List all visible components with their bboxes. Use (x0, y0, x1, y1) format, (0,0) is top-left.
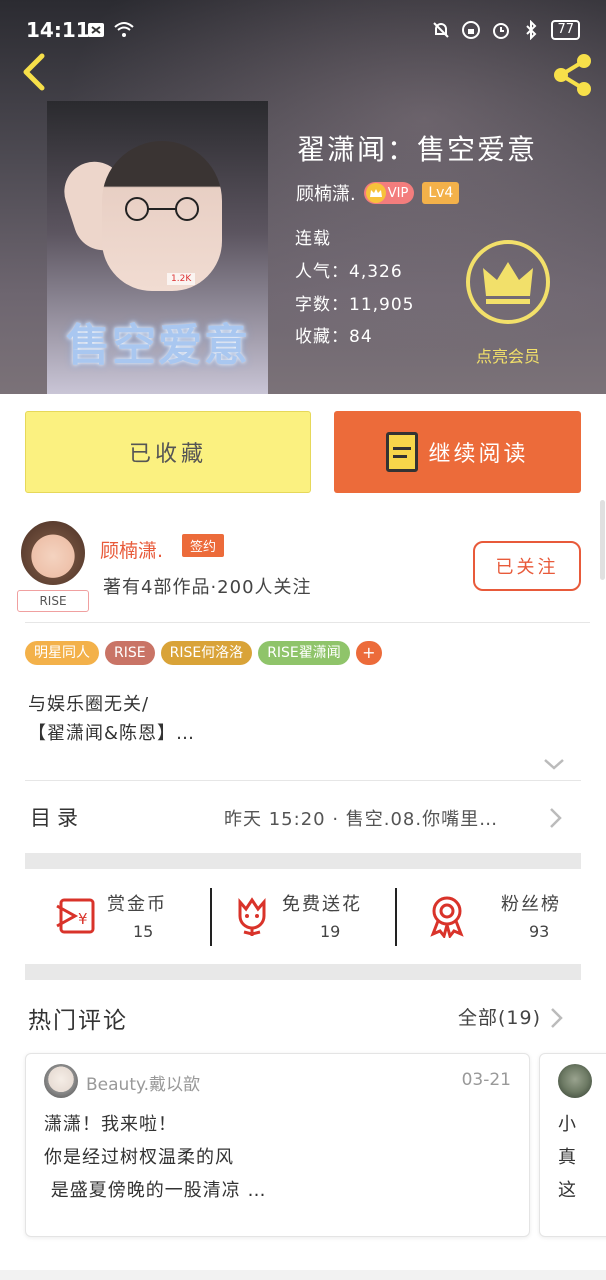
cover-caption: 1.2K (167, 273, 196, 285)
flower-icon (238, 897, 266, 936)
latest-chapter[interactable]: 昨天 15:20 · 售空.08.你嘴里… (224, 805, 498, 831)
divider (25, 622, 590, 623)
book-header: 14:11 77 1.2K 售空爱意 翟潇闻：售空爱意 顾楠潇. VIP Lv4… (0, 0, 606, 394)
crown-icon (483, 262, 533, 304)
fan-ranking[interactable]: 粉丝榜 93 (397, 872, 581, 962)
continue-reading-button[interactable]: 继续阅读 (334, 411, 581, 493)
author-avatar[interactable] (19, 519, 87, 587)
wifi-icon (114, 22, 134, 37)
author-description: 著有4部作品·200人关注 (103, 577, 312, 598)
status-bar: 14:11 77 (0, 0, 606, 60)
gift-count: 19 (320, 922, 341, 941)
status-left-icons (86, 20, 134, 40)
book-word-count: 字数：11,905 (295, 295, 415, 315)
cover-title: 售空爱意 (66, 320, 250, 371)
divider (25, 780, 581, 781)
chevron-right-icon[interactable] (550, 1007, 564, 1029)
alarm-icon (493, 23, 510, 39)
comment-date: 03-21 (461, 1070, 511, 1090)
gift-row: ¥ 赏金币 15 免费送花 19 粉丝榜 93 (25, 872, 581, 962)
chevron-right-icon[interactable] (548, 806, 564, 830)
book-popularity: 人气：4,326 (295, 262, 403, 282)
gift-count: 93 (529, 922, 550, 941)
gift-count: 15 (133, 922, 154, 941)
book-author-name[interactable]: 顾楠潇. (296, 180, 356, 206)
section-separator (25, 964, 581, 980)
chevron-down-icon[interactable] (542, 756, 566, 772)
comment-text: 潇潇！我来啦！ 你是经过树杈温柔的风 是盛夏傍晚的一股清凉 … (44, 1114, 267, 1201)
battery-indicator: 77 (551, 20, 580, 40)
bottom-toolbar-edge (0, 1270, 606, 1280)
favorite-button[interactable]: 已收藏 (25, 411, 311, 493)
member-label[interactable]: 点亮会员 (476, 343, 540, 367)
tag-item[interactable]: RISE (105, 641, 155, 665)
status-time: 14:11 (26, 18, 90, 42)
gift-label: 赏金币 (107, 894, 167, 915)
synopsis[interactable]: 与娱乐圈无关/ 【翟潇闻&陈恩】… (28, 690, 195, 748)
synopsis-line: 【翟潇闻&陈恩】… (28, 723, 196, 744)
commenter-avatar[interactable] (558, 1064, 592, 1098)
add-tag-button[interactable]: + (355, 641, 382, 665)
back-arrow-icon[interactable] (16, 52, 56, 92)
continue-reading-label: 继续阅读 (428, 442, 529, 467)
scrollbar[interactable] (600, 500, 605, 580)
signed-badge: 签约 (182, 534, 225, 557)
book-author-row: 顾楠潇. VIP Lv4 (296, 180, 460, 206)
mute-bell-icon (433, 22, 450, 38)
svg-text:¥: ¥ (78, 910, 88, 928)
share-icon[interactable] (550, 52, 596, 98)
cover-glasses-shape (125, 197, 199, 221)
book-icon (386, 432, 419, 472)
favorite-button-label: 已收藏 (128, 442, 207, 467)
status-right-icons: 77 (431, 20, 580, 40)
avatar-tag: RISE (17, 590, 89, 612)
commenter-avatar[interactable] (44, 1064, 78, 1098)
book-favorites: 收藏：84 (295, 327, 373, 347)
level-badge: Lv4 (422, 182, 460, 204)
synopsis-line: 与娱乐圈无关/ (28, 694, 150, 715)
tag-list: 明星同人 RISE RISE何洛洛 RISE翟潇闻 + (25, 641, 382, 665)
bluetooth-icon (526, 20, 537, 40)
tag-item[interactable]: RISE翟潇闻 (258, 641, 350, 665)
medal-icon (430, 896, 464, 938)
vip-label: VIP (387, 185, 409, 201)
vip-badge: VIP (363, 182, 415, 204)
gift-flowers[interactable]: 免费送花 19 (212, 872, 395, 962)
book-cover[interactable]: 1.2K 售空爱意 (47, 101, 268, 394)
gift-coins[interactable]: ¥ 赏金币 15 (25, 872, 210, 962)
comment-card[interactable]: Beauty.戴以歆 03-21 潇潇！我来啦！ 你是经过树杈温柔的风 是盛夏傍… (25, 1053, 530, 1237)
comment-card[interactable]: 小 真 这 (539, 1053, 606, 1237)
red-envelope-icon: ¥ (56, 898, 95, 934)
comment-text: 小 真 这 (558, 1114, 577, 1201)
tag-item[interactable]: RISE何洛洛 (160, 641, 253, 665)
gift-label: 免费送花 (282, 894, 362, 915)
book-status: 连载 (295, 229, 331, 249)
book-title: 翟潇闻：售空爱意 (297, 133, 538, 166)
crown-icon (365, 183, 386, 203)
follow-button[interactable]: 已关注 (473, 541, 581, 591)
gift-label: 粉丝榜 (501, 894, 561, 915)
author-name[interactable]: 顾楠潇. (100, 536, 163, 563)
hot-comments-title: 热门评论 (28, 1008, 128, 1034)
follow-button-label: 已关注 (495, 557, 559, 578)
lock-rotation-icon (462, 21, 481, 39)
tag-item[interactable]: 明星同人 (25, 641, 99, 665)
notification-icon (88, 23, 104, 37)
section-separator (25, 853, 581, 869)
commenter-name[interactable]: Beauty.戴以歆 (86, 1070, 200, 1095)
member-button[interactable] (466, 240, 550, 324)
toc-label[interactable]: 目录 (30, 802, 84, 832)
all-comments-link[interactable]: 全部(19) (458, 1003, 541, 1030)
